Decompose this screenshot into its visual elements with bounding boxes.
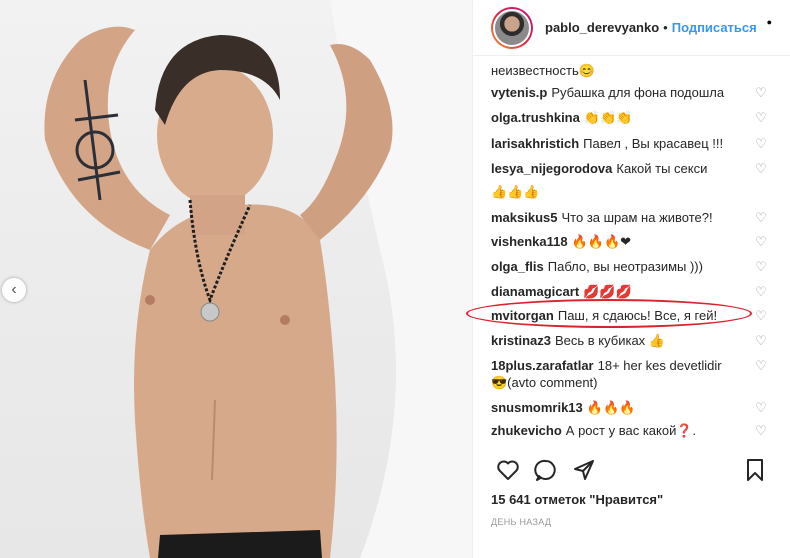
heart-icon[interactable]: ♡	[754, 424, 768, 438]
comment-row: vishenka118 🔥🔥🔥❤ ♡	[491, 233, 768, 251]
more-options-icon[interactable]: ●	[767, 17, 772, 27]
comment-text: 💋💋💋	[583, 284, 632, 299]
follow-button[interactable]: Подписаться	[672, 20, 757, 35]
comment-username-link[interactable]: kristinaz3	[491, 333, 551, 348]
post-header: pablo_derevyanko • Подписаться ●	[473, 0, 790, 56]
comment-username-link[interactable]: vishenka118	[491, 234, 568, 249]
comment-row: zhukevicho А рост у вас какой❓. ♡	[491, 422, 768, 440]
comment-username-link[interactable]: zhukevicho	[491, 423, 562, 438]
comment-row: 18plus.zarafatlar 18+ her kes devetlidir ♡	[491, 357, 768, 375]
heart-icon[interactable]: ♡	[754, 260, 768, 274]
comment-text: 18+ her kes devetlidir	[597, 358, 722, 373]
post-photo-illustration	[44, 0, 472, 558]
post-timestamp[interactable]: день назад	[491, 517, 551, 527]
comment-row: неизвестность😊	[491, 62, 768, 80]
comment-row: kristinaz3 Весь в кубиках 👍 ♡	[491, 332, 768, 350]
post-sidebar: pablo_derevyanko • Подписаться ● неизвес…	[472, 0, 790, 558]
heart-icon[interactable]: ♡	[754, 211, 768, 225]
heart-icon[interactable]: ♡	[754, 111, 768, 125]
heart-icon[interactable]: ♡	[754, 137, 768, 151]
comment-username-link[interactable]: olga_flis	[491, 259, 544, 274]
comment-row: larisakhristich Павел , Вы красавец !!! ♡	[491, 135, 768, 153]
heart-icon[interactable]: ♡	[754, 334, 768, 348]
chevron-left-icon[interactable]: ‹	[2, 278, 26, 302]
comment-row: lesya_nijegorodova Какой ты секси ♡	[491, 160, 768, 178]
comment-text: 👍👍👍	[491, 184, 540, 199]
heart-icon[interactable]: ♡	[754, 235, 768, 249]
post-photo: ‹	[0, 0, 472, 558]
comment-text: Пабло, вы неотразимы )))	[547, 259, 703, 274]
comment-username-link[interactable]: snusmomrik13	[491, 400, 583, 415]
comment-row: 👍👍👍	[491, 183, 768, 201]
comment-text: Что за шрам на животе?!	[561, 210, 713, 225]
comment-username-link[interactable]: lesya_nijegorodova	[491, 161, 612, 176]
comment-row: snusmomrik13 🔥🔥🔥 ♡	[491, 399, 768, 417]
comment-text: Рубашка для фона подошла	[551, 85, 725, 100]
share-icon[interactable]	[567, 455, 601, 485]
comment-row: vytenis.p Рубашка для фона подошла ♡	[491, 84, 768, 102]
highlight-ellipse	[466, 299, 752, 328]
heart-icon[interactable]: ♡	[754, 162, 768, 176]
comment-username-link[interactable]: maksikus5	[491, 210, 558, 225]
heart-icon[interactable]	[491, 455, 525, 485]
post-actions	[491, 455, 772, 485]
comment-username-link[interactable]: olga.trushkina	[491, 110, 580, 125]
comment-icon[interactable]	[529, 455, 563, 485]
heart-icon[interactable]: ♡	[754, 86, 768, 100]
comment-text: 👏👏👏	[583, 110, 633, 125]
separator-dot: •	[663, 20, 668, 35]
avatar[interactable]	[491, 6, 533, 49]
heart-icon[interactable]: ♡	[754, 309, 768, 323]
comment-text: 😎(avto comment)	[491, 375, 598, 390]
comment-text: неизвестность😊	[491, 63, 595, 78]
comment-text: 🔥🔥🔥❤	[571, 234, 632, 249]
comment-row: maksikus5 Что за шрам на животе?! ♡	[491, 209, 768, 227]
comment-row: 😎(avto comment)	[491, 374, 768, 392]
comment-username-link[interactable]: 18plus.zarafatlar	[491, 358, 594, 373]
bookmark-icon[interactable]	[738, 455, 772, 485]
username-link[interactable]: pablo_derevyanko	[545, 20, 659, 35]
heart-icon[interactable]: ♡	[754, 285, 768, 299]
avatar-image	[493, 8, 531, 47]
heart-icon[interactable]: ♡	[754, 359, 768, 373]
comment-username-link[interactable]: larisakhristich	[491, 136, 579, 151]
comment-username-link[interactable]: vytenis.p	[491, 85, 547, 100]
comment-text: Какой ты секси	[616, 161, 708, 176]
comment-text: Весь в кубиках 👍	[554, 333, 665, 348]
comment-text: А рост у вас какой❓.	[565, 423, 697, 438]
heart-icon[interactable]: ♡	[754, 401, 768, 415]
comment-row: olga.trushkina 👏👏👏 ♡	[491, 109, 768, 127]
comment-text: Павел , Вы красавец !!!	[583, 136, 724, 151]
likes-count[interactable]: 15 641 отметок "Нравится"	[491, 492, 663, 507]
comment-username-link[interactable]: dianamagicart	[491, 284, 579, 299]
comment-text: 🔥🔥🔥	[586, 400, 636, 415]
comment-row: olga_flis Пабло, вы неотразимы ))) ♡	[491, 258, 768, 276]
